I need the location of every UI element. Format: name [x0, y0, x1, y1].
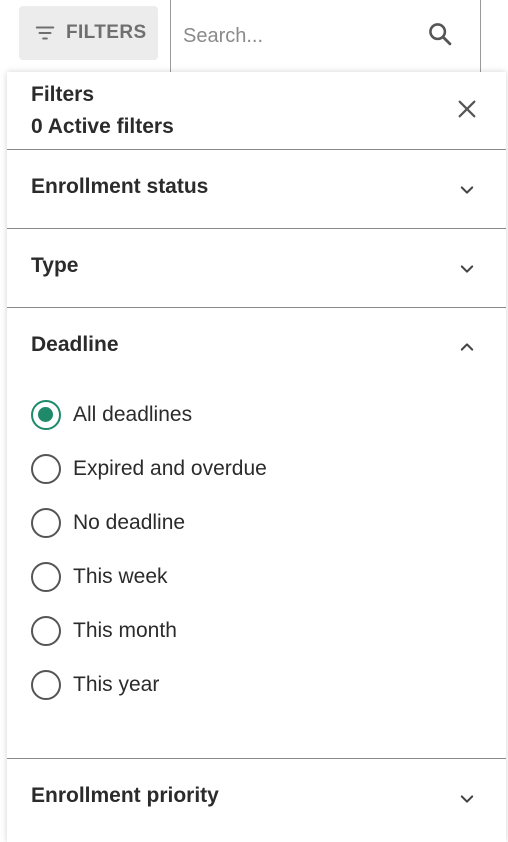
radio-label: Expired and overdue	[73, 457, 267, 480]
radio-button-selected[interactable]	[31, 400, 61, 430]
section-deadline: Deadline All deadlines Expired and overd…	[7, 308, 506, 759]
section-header-type[interactable]: Type	[7, 229, 506, 307]
section-label: Enrollment priority	[31, 784, 219, 807]
radio-label: No deadline	[73, 511, 186, 534]
panel-title: Filters	[31, 83, 95, 106]
filters-panel-header: Filters 0 Active filters	[7, 72, 506, 150]
radio-option-this-month[interactable]: This month	[31, 614, 177, 648]
deadline-options: All deadlines Expired and overdue No dea…	[7, 386, 506, 758]
section-type: Type	[7, 229, 506, 308]
radio-button[interactable]	[31, 508, 61, 538]
radio-option-this-year[interactable]: This year	[31, 668, 159, 702]
chevron-down-icon	[460, 265, 474, 273]
section-header-deadline[interactable]: Deadline	[7, 308, 506, 386]
filters-panel: Filters 0 Active filters Enrollment stat…	[7, 72, 506, 842]
radio-option-no-deadline[interactable]: No deadline	[31, 506, 185, 540]
section-header-enrollment-status[interactable]: Enrollment status	[7, 150, 506, 228]
section-label: Type	[31, 254, 79, 277]
search-box	[170, 0, 481, 72]
filter-lines-icon	[35, 26, 55, 40]
radio-button[interactable]	[31, 616, 61, 646]
radio-button[interactable]	[31, 670, 61, 700]
chevron-up-icon	[460, 343, 474, 351]
search-input[interactable]	[183, 24, 413, 48]
radio-label: This week	[73, 565, 168, 588]
close-icon[interactable]	[456, 98, 478, 120]
radio-button[interactable]	[31, 562, 61, 592]
filters-button-label: FILTERS	[66, 22, 147, 43]
section-enrollment-status: Enrollment status	[7, 150, 506, 229]
active-filters-count: 0 Active filters	[31, 115, 174, 138]
chevron-down-icon	[460, 186, 474, 194]
section-header-enrollment-priority[interactable]: Enrollment priority	[7, 759, 506, 837]
radio-label: All deadlines	[73, 403, 193, 426]
radio-option-this-week[interactable]: This week	[31, 560, 168, 594]
search-icon[interactable]	[426, 20, 454, 48]
radio-option-all-deadlines[interactable]: All deadlines	[31, 398, 192, 432]
section-enrollment-priority: Enrollment priority	[7, 759, 506, 837]
chevron-down-icon	[460, 795, 474, 803]
section-label: Deadline	[31, 333, 119, 356]
radio-label: This month	[73, 619, 177, 642]
top-bar: FILTERS	[0, 0, 508, 72]
filters-button[interactable]: FILTERS	[19, 6, 158, 60]
radio-label: This year	[73, 673, 160, 696]
radio-option-expired-and-overdue[interactable]: Expired and overdue	[31, 452, 267, 486]
radio-button[interactable]	[31, 454, 61, 484]
section-label: Enrollment status	[31, 175, 209, 198]
